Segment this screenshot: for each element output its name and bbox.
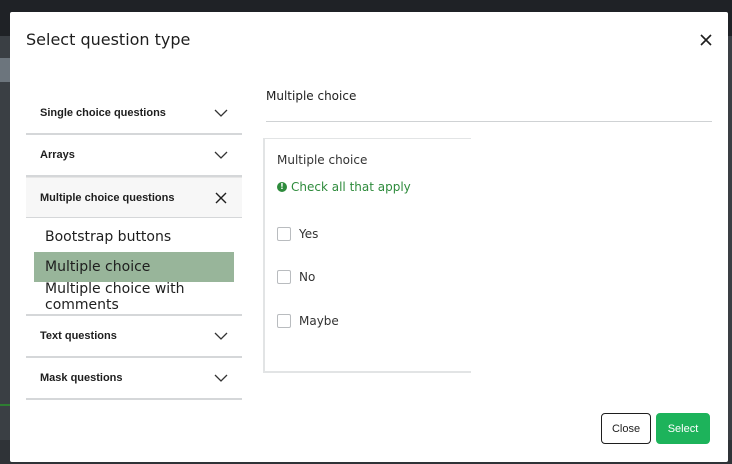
help-text: Check all that apply (291, 180, 411, 194)
accordion-body-multiple-choice: Bootstrap buttons Multiple choice Multip… (26, 217, 242, 314)
preview-option-yes: Yes (277, 227, 318, 241)
option-label: No (299, 270, 316, 284)
exclamation-circle-icon: ! (277, 182, 287, 192)
modal-title: Select question type (26, 30, 191, 49)
chevron-down-icon (214, 148, 228, 162)
chevron-down-icon (214, 106, 228, 120)
accordion-header-label: Mask questions (40, 372, 123, 384)
accordion-header-text-questions[interactable]: Text questions (26, 316, 242, 356)
background-accent (0, 404, 10, 406)
preview-help-text: ! Check all that apply (277, 180, 411, 194)
accordion-header-multiple-choice[interactable]: Multiple choice questions (26, 177, 242, 217)
close-icon (214, 191, 228, 205)
question-preview-card: Multiple choice ! Check all that apply Y… (263, 138, 471, 373)
preview-divider (266, 121, 712, 122)
question-type-multiple-choice[interactable]: Multiple choice (34, 252, 234, 282)
accordion-header-mask-questions[interactable]: Mask questions (26, 358, 242, 398)
accordion-header-label: Single choice questions (40, 107, 166, 119)
question-type-multiple-choice-comments[interactable]: Multiple choice with comments (34, 281, 234, 313)
checkbox[interactable] (277, 270, 291, 284)
select-question-type-modal: Select question type Single choice quest… (10, 12, 728, 462)
close-button[interactable]: Close (601, 413, 651, 444)
modal-close-icon[interactable] (696, 30, 716, 50)
question-type-accordion: Single choice questions Arrays Multiple … (26, 93, 242, 400)
accordion-header-label: Multiple choice questions (40, 191, 175, 204)
accordion-item-single-choice: Single choice questions (26, 93, 242, 135)
checkbox[interactable] (277, 227, 291, 241)
chevron-down-icon (214, 329, 228, 343)
accordion-header-arrays[interactable]: Arrays (26, 135, 242, 175)
option-label: Yes (299, 227, 319, 241)
preview-question-title: Multiple choice (277, 153, 368, 167)
preview-heading: Multiple choice (266, 89, 357, 103)
checkbox[interactable] (277, 314, 291, 328)
accordion-header-single-choice[interactable]: Single choice questions (26, 93, 242, 133)
accordion-item-text-questions: Text questions (26, 316, 242, 358)
accordion-item-mask-questions: Mask questions (26, 358, 242, 400)
preview-option-maybe: Maybe (277, 314, 339, 328)
accordion-header-label: Text questions (40, 330, 117, 342)
select-button[interactable]: Select (656, 413, 710, 444)
accordion-item-arrays: Arrays (26, 135, 242, 177)
preview-option-no: No (277, 270, 315, 284)
accordion-item-multiple-choice: Multiple choice questions Bootstrap butt… (26, 177, 242, 316)
question-type-bootstrap-buttons[interactable]: Bootstrap buttons (34, 222, 234, 252)
accordion-header-label: Arrays (40, 149, 75, 161)
option-label: Maybe (299, 314, 339, 328)
chevron-down-icon (214, 371, 228, 385)
